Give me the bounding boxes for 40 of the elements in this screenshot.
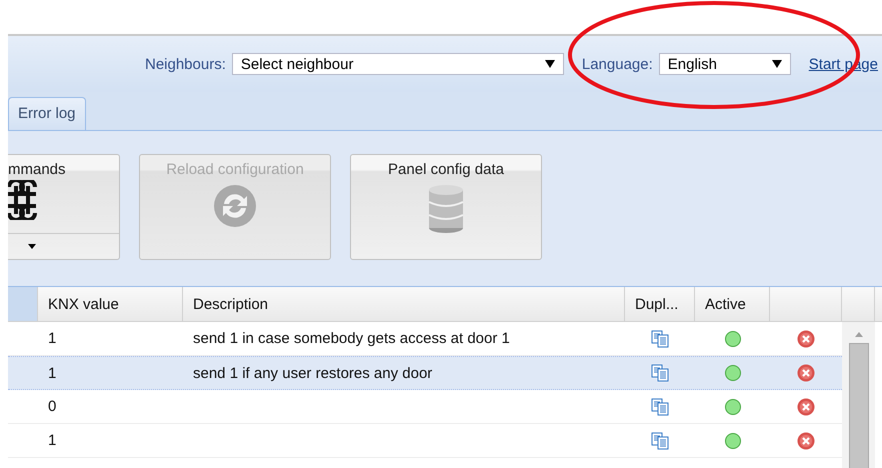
status-dot[interactable]	[724, 365, 740, 381]
status-dot[interactable]	[724, 330, 740, 346]
language-label: Language:	[582, 56, 653, 72]
database-icon	[428, 184, 464, 234]
table-cell: 1	[48, 330, 56, 347]
copy-icon[interactable]	[651, 364, 669, 382]
column-header[interactable]: Description	[183, 287, 625, 321]
delete-icon[interactable]	[797, 364, 815, 382]
dropdown-arrow-icon	[772, 60, 782, 68]
dropdown-arrow-icon	[544, 60, 555, 68]
table-row[interactable]: 0	[8, 390, 842, 424]
column-header[interactable]: Active	[695, 287, 770, 321]
neighbours-label: Neighbours:	[144, 56, 226, 72]
table-cell: 1	[48, 432, 56, 449]
language-dropdown[interactable]: English	[658, 53, 791, 75]
table-cell: 1	[48, 364, 56, 382]
neighbours-dropdown[interactable]: Select neighbour	[232, 53, 564, 75]
copy-icon[interactable]	[651, 398, 669, 416]
status-dot[interactable]	[724, 432, 740, 448]
delete-icon[interactable]	[797, 398, 815, 416]
tab[interactable]: Error log	[8, 97, 86, 130]
toolbar-button[interactable]: mmands	[8, 154, 120, 260]
delete-icon[interactable]	[797, 330, 815, 348]
table-cell: send 1 if any user restores any door	[193, 364, 432, 382]
table-cell: 0	[48, 398, 56, 415]
table-row[interactable]: 1	[8, 424, 842, 458]
status-dot[interactable]	[724, 398, 740, 414]
caret-icon	[28, 244, 36, 249]
column-header[interactable]: Dupl...	[625, 287, 695, 321]
scrollbar[interactable]	[842, 322, 875, 468]
refresh-icon	[213, 184, 257, 228]
delete-icon[interactable]	[797, 432, 815, 450]
table-cell: send 1 in case somebody gets access at door 1	[193, 330, 510, 347]
copy-icon[interactable]	[651, 330, 669, 348]
table-row[interactable]: 1 send 1 if any user restores any door	[8, 356, 842, 390]
copy-icon[interactable]	[651, 432, 669, 450]
scroll-thumb[interactable]	[848, 343, 868, 468]
scroll-up-icon	[854, 332, 862, 337]
column-header[interactable]: KNX value	[38, 287, 183, 321]
toolbar-button[interactable]: Panel config data	[350, 154, 542, 260]
